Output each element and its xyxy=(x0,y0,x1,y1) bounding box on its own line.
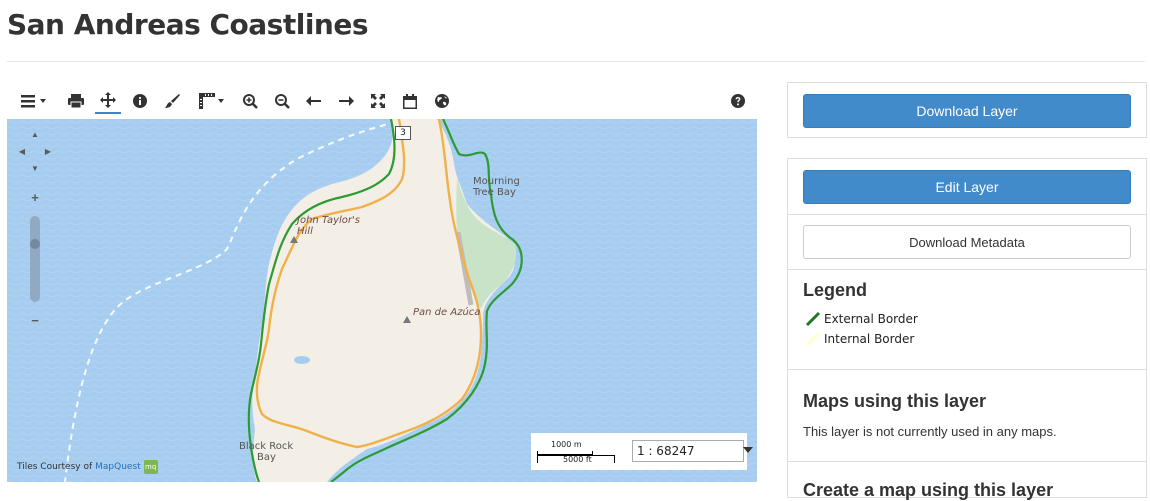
page-title: San Andreas Coastlines xyxy=(7,8,369,41)
map-zoom-in-button[interactable]: + xyxy=(28,190,42,205)
section-divider xyxy=(788,269,1146,270)
legend-item-internal-border: Internal Border xyxy=(805,331,914,347)
section-divider xyxy=(788,369,1146,370)
measure-icon xyxy=(198,93,215,109)
external-border-swatch-icon xyxy=(805,311,821,327)
mapquest-logo-icon: mq xyxy=(143,460,158,474)
internal-border-swatch-icon xyxy=(805,331,821,347)
globe-icon xyxy=(435,94,449,108)
legend-label: External Border xyxy=(824,312,918,326)
map-label-pan-de-azucar: Pan de Azúca xyxy=(413,307,481,318)
pan-up-button[interactable]: ▲ xyxy=(30,129,40,139)
legend-label: Internal Border xyxy=(824,332,915,346)
chevron-down-icon xyxy=(217,99,224,103)
road-shield: 3 xyxy=(395,126,411,140)
create-map-title: Create a map using this layer xyxy=(803,480,1054,500)
scale-imperial-label: 5000 ft xyxy=(563,455,592,464)
maps-using-title: Maps using this layer xyxy=(803,391,987,411)
map-label-john-taylors-hill: John Taylor's Hill xyxy=(297,215,360,237)
map-label-line: Bay xyxy=(257,452,276,463)
fullscreen-icon xyxy=(371,94,385,108)
map-label-line: Black Rock xyxy=(239,441,294,452)
fullscreen-button[interactable] xyxy=(367,88,389,114)
zoom-slider-handle[interactable] xyxy=(30,239,40,249)
attribution-text: Tiles Courtesy of xyxy=(17,462,93,472)
calendar-icon xyxy=(403,93,417,109)
pan-down-button[interactable]: ▼ xyxy=(30,163,40,173)
legend-title: Legend xyxy=(803,280,868,300)
scale-bar: 1000 m 5000 ft xyxy=(537,438,617,466)
chevron-down-icon xyxy=(39,99,46,103)
section-divider xyxy=(788,214,1146,215)
layer-actions-panel: Edit Layer Download Metadata Legend Exte… xyxy=(787,158,1147,500)
map-toolbar xyxy=(7,88,757,118)
zoom-out-button[interactable] xyxy=(271,88,293,114)
help-icon xyxy=(731,94,745,108)
map-label-line: Hill xyxy=(297,226,313,237)
map-viewport[interactable]: 3 Mourning Tree Bay John Taylor's Hill P… xyxy=(7,119,757,482)
scale-metric-label: 1000 m xyxy=(551,440,582,449)
print-button[interactable] xyxy=(65,88,87,114)
forward-button[interactable] xyxy=(335,88,357,114)
zoom-in-icon xyxy=(242,93,258,109)
print-icon xyxy=(68,94,84,108)
download-metadata-button[interactable]: Download Metadata xyxy=(803,225,1131,259)
measure-button[interactable] xyxy=(193,88,229,114)
pan-control: ▲ ◀ ▶ ▼ xyxy=(17,129,53,173)
maps-using-text: This layer is not currently used in any … xyxy=(803,424,1057,439)
paint-brush-icon xyxy=(164,93,180,108)
menu-button[interactable] xyxy=(17,88,49,114)
pan-icon xyxy=(100,92,116,108)
help-button[interactable] xyxy=(727,88,749,114)
globe-button[interactable] xyxy=(431,88,453,114)
title-divider xyxy=(7,61,1145,62)
download-panel: Download Layer xyxy=(787,82,1147,138)
map-label-mourning-tree-bay: Mourning Tree Bay xyxy=(473,176,520,198)
lake xyxy=(294,356,310,364)
scale-ratio-select[interactable]: 1 : 68247 xyxy=(632,440,753,462)
map-label-line: Tree Bay xyxy=(473,187,516,198)
mapquest-link[interactable]: MapQuest xyxy=(95,462,141,472)
scale-control: 1000 m 5000 ft 1 : 68247 xyxy=(531,433,753,470)
zoom-slider[interactable] xyxy=(30,216,40,302)
forward-arrow-icon xyxy=(339,96,354,106)
pan-left-button[interactable]: ◀ xyxy=(17,146,27,156)
legend-item-external-border: External Border xyxy=(805,311,918,327)
map-label-black-rock-bay: Black Rock Bay xyxy=(239,441,293,463)
map-label-line: Mourning xyxy=(473,176,520,187)
zoom-out-icon xyxy=(274,93,290,109)
section-divider xyxy=(788,461,1146,462)
back-button[interactable] xyxy=(303,88,325,114)
pan-button[interactable] xyxy=(95,88,121,114)
map-zoom-out-button[interactable]: − xyxy=(28,313,42,328)
map-label-line: John Taylor's xyxy=(297,215,360,226)
calendar-button[interactable] xyxy=(399,88,421,114)
map-attribution: Tiles Courtesy of MapQuest mq xyxy=(17,460,158,474)
info-button[interactable] xyxy=(129,88,151,114)
pan-right-button[interactable]: ▶ xyxy=(43,146,53,156)
edit-layer-button[interactable]: Edit Layer xyxy=(803,170,1131,204)
back-arrow-icon xyxy=(306,96,321,106)
chevron-down-icon[interactable] xyxy=(743,447,753,453)
scale-ratio-value: 1 : 68247 xyxy=(637,444,695,458)
info-icon xyxy=(133,94,147,108)
basemap xyxy=(7,119,757,482)
download-layer-button[interactable]: Download Layer xyxy=(803,94,1131,128)
menu-icon xyxy=(20,95,35,108)
zoom-in-button[interactable] xyxy=(239,88,261,114)
paint-brush-button[interactable] xyxy=(161,88,183,114)
